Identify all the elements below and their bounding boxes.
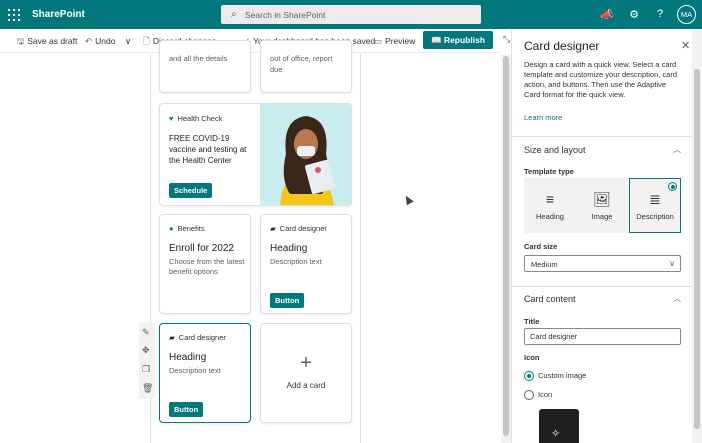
republish-button[interactable]: 📖 Republish (423, 31, 493, 49)
chevron-up-icon[interactable]: ︿ (673, 293, 681, 304)
title-input[interactable] (524, 328, 681, 345)
card-size-label: Card size (524, 242, 558, 251)
schedule-button[interactable]: Schedule (169, 183, 213, 198)
save-draft-button[interactable]: 🖫 Save as draft (17, 36, 77, 50)
avatar[interactable]: MA (677, 5, 696, 24)
template-description[interactable]: ≣ Description (629, 178, 681, 233)
heart-icon: ♥ (169, 114, 174, 123)
image-placeholder-icon: ✧ (551, 428, 561, 440)
card-desc: Choose from the latest benefit options (169, 257, 245, 276)
card-benefits[interactable]: ● Benefits Enroll for 2022 Choose from th… (159, 214, 251, 314)
add-card-tile[interactable]: + Add a card (260, 323, 352, 423)
panel-title: Card designer (524, 39, 600, 53)
health-illustration (260, 104, 351, 205)
close-icon[interactable]: ✕ (681, 39, 690, 52)
app-name[interactable]: SharePoint (32, 9, 85, 20)
chevron-down-icon: ∨ (669, 259, 675, 268)
app-launcher-icon[interactable] (8, 9, 20, 21)
divider (512, 286, 692, 287)
radio-custom-image[interactable]: Custom image (524, 371, 586, 382)
card-header: ▰ Card designer (270, 224, 327, 233)
preview-button[interactable]: ▭ Preview (374, 36, 415, 47)
title-label: Title (524, 317, 540, 326)
template-type-label: Template type (524, 167, 574, 176)
chevron-up-icon[interactable]: ︿ (673, 144, 681, 155)
undo-dropdown-icon[interactable]: ∨ (125, 36, 131, 47)
preview-icon: ▭ (374, 36, 383, 46)
card-desc: Description text (270, 257, 322, 266)
card-partial-right[interactable]: out of office, report due (260, 40, 352, 93)
plus-icon: + (300, 352, 312, 374)
description-template-icon: ≣ (649, 191, 661, 207)
radio-icon[interactable]: Icon (524, 390, 552, 401)
section-card-content[interactable]: Card content (524, 294, 576, 304)
megaphone-icon[interactable]: 📣 (600, 8, 614, 21)
template-label: Heading (536, 212, 564, 221)
card-desc: and all the details (169, 54, 228, 63)
card-button[interactable]: Button (169, 402, 204, 417)
gear-icon[interactable]: ⚙ (627, 8, 641, 21)
card-size-dropdown[interactable]: Medium ∨ (524, 255, 681, 272)
card-header: ● Benefits (169, 224, 205, 233)
suite-bar: SharePoint ⌕ Search in SharePoint 📣 ⚙ ? … (0, 0, 702, 29)
search-box[interactable]: ⌕ Search in SharePoint (221, 5, 481, 24)
edit-icon[interactable]: ✎ (142, 327, 150, 338)
icon-label: Icon (524, 353, 540, 362)
expand-icon[interactable]: ⤡ (503, 34, 510, 45)
card-health-check[interactable]: ♥ Health Check FREE COVID-19 vaccine and … (159, 103, 352, 206)
card-button[interactable]: Button (270, 293, 305, 308)
card-designer-1[interactable]: ▰ Card designer Heading Description text … (260, 214, 352, 314)
card-toolbar: ✎ ✥ ❐ 🗑 (139, 323, 155, 399)
template-label: Image (591, 212, 613, 221)
chat-icon: ▰ (270, 224, 276, 233)
move-icon[interactable]: ✥ (142, 345, 150, 356)
section-boundary-right (360, 54, 361, 443)
help-icon[interactable]: ? (653, 8, 667, 20)
badge-icon: ● (169, 224, 174, 233)
duplicate-icon[interactable]: ❐ (142, 364, 150, 375)
search-placeholder: Search in SharePoint (245, 10, 326, 20)
custom-image-preview[interactable]: ✧ (539, 409, 579, 443)
card-header: ▰ Card designer (169, 333, 226, 342)
discard-icon: 🗋 (143, 36, 150, 46)
learn-more-link[interactable]: Learn more (524, 113, 562, 122)
add-card-label: Add a card (286, 381, 326, 390)
section-size-layout[interactable]: Size and layout (524, 145, 586, 155)
panel-scrollbar[interactable] (692, 29, 702, 443)
selected-radio (668, 182, 677, 191)
save-icon: 🖫 (17, 36, 25, 46)
card-partial-left[interactable]: and all the details (159, 40, 251, 93)
undo-button[interactable]: ↶ Undo (85, 36, 115, 47)
canvas-scrollbar[interactable] (501, 54, 511, 443)
template-heading[interactable]: ≡ Heading (524, 178, 576, 233)
image-template-icon: 🖼 (593, 191, 611, 207)
template-image[interactable]: 🖼 Image (576, 178, 628, 233)
undo-icon: ↶ (85, 36, 93, 46)
template-label: Description (636, 212, 674, 221)
card-desc: out of office, report (270, 54, 333, 63)
chat-icon: ▰ (169, 333, 175, 342)
panel-description: Design a card with a quick view. Select … (524, 60, 677, 99)
search-icon: ⌕ (231, 9, 237, 20)
book-icon: 📖 (430, 35, 444, 45)
card-title: Heading (169, 352, 207, 363)
card-header: ♥ Health Check (169, 114, 223, 123)
card-desc: Description text (169, 366, 221, 375)
card-desc: due (270, 65, 283, 74)
card-designer-panel: Card designer ✕ Design a card with a qui… (511, 29, 702, 443)
delete-icon[interactable]: 🗑 (142, 383, 153, 394)
card-title: FREE COVID-19 vaccine and testing at the… (169, 134, 247, 165)
radio-on (524, 371, 534, 382)
card-designer-2[interactable]: ▰ Card designer Heading Description text … (159, 323, 251, 423)
radio-off (524, 390, 534, 401)
card-title: Enroll for 2022 (169, 243, 235, 254)
card-size-value: Medium (531, 260, 558, 269)
heading-template-icon: ≡ (545, 191, 555, 207)
card-title: Heading (270, 243, 308, 254)
divider (512, 136, 692, 137)
